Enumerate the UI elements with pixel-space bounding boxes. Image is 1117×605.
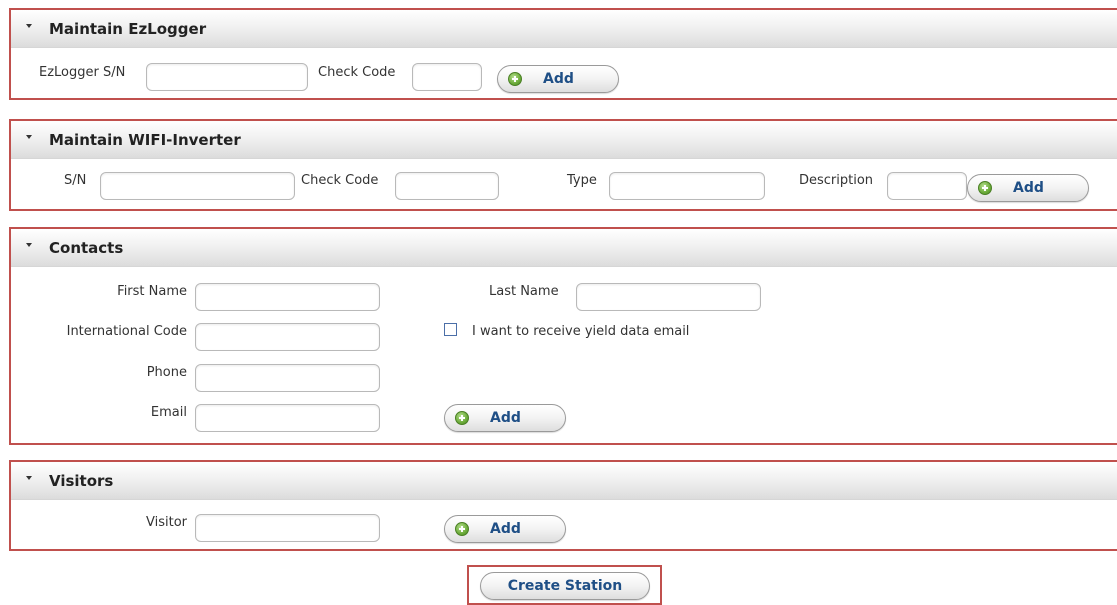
wifi-add-button[interactable]: Add [967, 174, 1089, 202]
yield-email-label[interactable]: I want to receive yield data email [472, 324, 689, 339]
contacts-add-label: Add [490, 410, 521, 426]
wifi-sn-input[interactable] [100, 172, 295, 200]
wifi-add-label: Add [1013, 180, 1044, 196]
email-label: Email [150, 405, 187, 420]
wifi-type-label: Type [567, 173, 597, 188]
ezlogger-add-button[interactable]: Add [497, 65, 619, 93]
visitors-add-button[interactable]: Add [444, 515, 566, 543]
ezlogger-sn-label: EzLogger S/N [39, 65, 126, 80]
visitor-label: Visitor [146, 515, 187, 530]
wifi-sn-label: S/N [64, 173, 87, 188]
wifi-type-input[interactable] [609, 172, 765, 200]
visitors-add-label: Add [490, 521, 521, 537]
wifi-inverter-panel: Maintain WIFI-Inverter S/N Check Code Ty… [9, 119, 1117, 211]
international-code-label: International Code [66, 324, 187, 339]
caret-down-icon[interactable] [26, 476, 32, 480]
ezlogger-check-code-label: Check Code [318, 65, 396, 80]
create-station-button[interactable]: Create Station [480, 572, 650, 600]
yield-email-checkbox[interactable] [444, 323, 457, 336]
wifi-check-code-input[interactable] [395, 172, 499, 200]
last-name-label: Last Name [489, 284, 559, 299]
wifi-description-input[interactable] [887, 172, 967, 200]
visitors-panel-header[interactable]: Visitors [11, 462, 1117, 500]
ezlogger-check-code-input[interactable] [412, 63, 482, 91]
plus-circle-icon [978, 181, 992, 195]
visitor-input[interactable] [195, 514, 380, 542]
phone-label: Phone [146, 365, 187, 380]
international-code-input[interactable] [195, 323, 380, 351]
wifi-check-code-label: Check Code [301, 173, 379, 188]
caret-down-icon[interactable] [26, 135, 32, 139]
plus-circle-icon [455, 522, 469, 536]
ezlogger-panel-header[interactable]: Maintain EzLogger [11, 10, 1117, 48]
ezlogger-panel-title: Maintain EzLogger [49, 20, 207, 38]
caret-down-icon[interactable] [26, 243, 32, 247]
visitors-panel: Visitors Visitor Add [9, 460, 1117, 551]
first-name-label: First Name [117, 284, 187, 299]
first-name-input[interactable] [195, 283, 380, 311]
contacts-panel-title: Contacts [49, 239, 124, 257]
plus-circle-icon [508, 72, 522, 86]
ezlogger-sn-input[interactable] [146, 63, 308, 91]
create-station-frame: Create Station [467, 565, 662, 605]
wifi-inverter-panel-header[interactable]: Maintain WIFI-Inverter [11, 121, 1117, 159]
plus-circle-icon [455, 411, 469, 425]
ezlogger-panel: Maintain EzLogger EzLogger S/N Check Cod… [9, 8, 1117, 100]
contacts-panel-header[interactable]: Contacts [11, 229, 1117, 267]
last-name-input[interactable] [576, 283, 761, 311]
contacts-add-button[interactable]: Add [444, 404, 566, 432]
visitors-panel-title: Visitors [49, 472, 114, 490]
ezlogger-add-label: Add [543, 71, 574, 87]
wifi-description-label: Description [799, 173, 874, 188]
wifi-inverter-panel-title: Maintain WIFI-Inverter [49, 131, 241, 149]
contacts-panel: Contacts First Name Last Name Internatio… [9, 227, 1117, 445]
email-input[interactable] [195, 404, 380, 432]
caret-down-icon[interactable] [26, 24, 32, 28]
phone-input[interactable] [195, 364, 380, 392]
